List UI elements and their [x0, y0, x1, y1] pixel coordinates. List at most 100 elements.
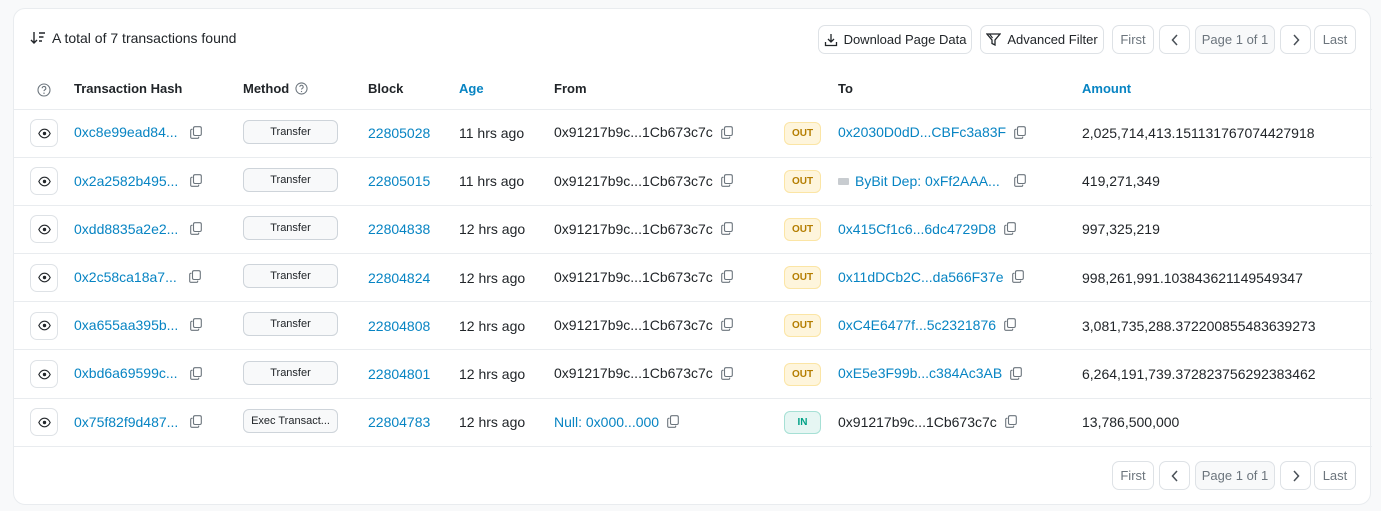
download-page-data-button[interactable]: Download Page Data [818, 25, 972, 54]
download-icon [824, 33, 837, 46]
direction-badge: OUT [784, 362, 821, 386]
next-page-button-bottom[interactable] [1280, 461, 1311, 490]
age-header[interactable]: Age [459, 69, 554, 110]
to-address[interactable]: 0x415Cf1c6...6dc4729D8 [838, 221, 996, 237]
first-page-button[interactable]: First [1112, 25, 1154, 54]
from-address: 0x91217b9c...1Cb673c7c [554, 172, 713, 189]
amount-value: 13,786,500,000 [1082, 414, 1180, 431]
method-header: Method [243, 69, 368, 110]
to-address[interactable]: 0x2030D0dD...CBFc3a83F [838, 124, 1006, 140]
first-label: First [1120, 468, 1146, 483]
table-row: 0xc8e99ead84... Transfer 22805028 11 hrs ag… [14, 109, 1372, 158]
to-address: 0x91217b9c...1Cb673c7c [838, 413, 997, 430]
previous-page-button[interactable] [1159, 25, 1190, 54]
copy-icon[interactable] [720, 174, 733, 190]
transaction-hash-link[interactable]: 0xdd8835a2e2... [74, 221, 178, 237]
copy-icon[interactable] [720, 318, 733, 334]
block-link[interactable]: 22805015 [368, 173, 430, 189]
last-page-button-bottom[interactable]: Last [1314, 461, 1356, 490]
table-row: 0xbd6a69599c... Transfer 22804801 12 hrs ag… [14, 350, 1372, 399]
copy-icon[interactable] [667, 415, 679, 431]
summary-text: A total of 7 transactions found [52, 30, 237, 46]
from-address: 0x91217b9c...1Cb673c7c [554, 124, 713, 141]
last-page-button[interactable]: Last [1314, 25, 1356, 54]
last-label: Last [1322, 468, 1348, 483]
block-header: Block [368, 69, 459, 110]
to-address[interactable]: 0x11dDCb2C...da566F37e [838, 269, 1004, 285]
view-details-icon[interactable] [30, 263, 58, 292]
transaction-hash-link[interactable]: 0xa655aa395b... [74, 317, 178, 333]
copy-icon[interactable] [1004, 415, 1017, 431]
copy-icon[interactable] [1013, 174, 1026, 190]
page-label: Page 1 of 1 [1201, 468, 1269, 483]
copy-icon[interactable] [1010, 366, 1023, 383]
to-address[interactable]: 0xE5e3F99b...c384Ac3AB [838, 365, 1002, 381]
method-badge: Transfer [243, 264, 338, 289]
previous-page-button-bottom[interactable] [1159, 461, 1190, 490]
from-address: 0x91217b9c...1Cb673c7c [554, 365, 713, 382]
copy-icon[interactable] [720, 222, 733, 238]
advanced-filter-button[interactable]: Advanced Filter [980, 25, 1104, 54]
method-badge: Transfer [243, 312, 338, 337]
table-row: 0x2a2582b495... Transfer 22805015 11 hrs ag… [14, 157, 1372, 206]
block-link[interactable]: 22805028 [368, 125, 430, 141]
exchange-logo-icon [838, 178, 849, 186]
view-details-icon[interactable] [30, 311, 58, 340]
copy-icon[interactable] [1004, 222, 1016, 238]
table-header-row: Transaction Hash Method Block Age From T… [14, 69, 1372, 110]
transaction-hash-link[interactable]: 0x2a2582b495... [74, 173, 178, 189]
view-details-icon[interactable] [30, 167, 58, 196]
block-link[interactable]: 22804808 [368, 318, 430, 334]
amount-header[interactable]: Amount [1082, 69, 1372, 110]
chevron-left-icon [1170, 469, 1178, 482]
next-page-button[interactable] [1280, 25, 1311, 54]
copy-icon[interactable] [189, 366, 202, 383]
to-address[interactable]: ByBit Dep: 0xFf2AAA... [855, 173, 1000, 189]
transaction-hash-link[interactable]: 0xbd6a69599c... [74, 365, 178, 381]
copy-icon[interactable] [190, 318, 203, 334]
age-text: 12 hrs ago [459, 414, 526, 431]
table-row: 0x75f82f9d487... Exec Transact... 22804783… [14, 398, 1372, 447]
filter-label: Advanced Filter [1007, 32, 1098, 47]
block-link[interactable]: 22804801 [368, 366, 430, 382]
copy-icon[interactable] [188, 270, 201, 286]
view-details-icon[interactable] [30, 119, 58, 148]
transaction-hash-link[interactable]: 0xc8e99ead84... [74, 124, 178, 140]
view-details-icon[interactable] [30, 360, 58, 389]
copy-icon[interactable] [720, 125, 733, 142]
from-address: 0x91217b9c...1Cb673c7c [554, 269, 713, 285]
copy-icon[interactable] [190, 222, 203, 238]
view-details-icon[interactable] [30, 215, 58, 244]
age-text: 11 hrs ago [459, 125, 525, 142]
transaction-hash-link[interactable]: 0x2c58ca18a7... [74, 269, 177, 285]
age-text: 11 hrs ago [459, 173, 525, 190]
bottom-pagination: First Page 1 of 1 Last [14, 461, 1370, 506]
copy-icon[interactable] [720, 366, 733, 383]
transaction-hash-link[interactable]: 0x75f82f9d487... [74, 414, 178, 430]
amount-value: 419,271,349 [1082, 173, 1160, 190]
copy-icon[interactable] [1014, 125, 1026, 142]
method-badge: Transfer [243, 360, 338, 385]
method-help-icon[interactable] [295, 82, 308, 95]
direction-badge: IN [784, 410, 821, 434]
amount-value: 3,081,735,288.372200855483639273 [1082, 317, 1316, 334]
sort-icon[interactable] [30, 31, 46, 45]
from-address[interactable]: Null: 0x000...000 [554, 414, 659, 430]
amount-value: 2,025,714,413.151131767074427918 [1082, 125, 1315, 142]
help-circle-icon[interactable] [37, 82, 51, 97]
copy-icon[interactable] [190, 415, 203, 431]
copy-icon[interactable] [720, 270, 733, 286]
block-link[interactable]: 22804838 [368, 221, 430, 237]
copy-icon[interactable] [189, 125, 202, 142]
block-link[interactable]: 22804824 [368, 270, 430, 286]
view-details-icon[interactable] [30, 408, 58, 437]
copy-icon[interactable] [1011, 270, 1024, 286]
direction-badge: OUT [784, 266, 821, 290]
method-header-label: Method [243, 81, 290, 97]
to-address[interactable]: 0xC4E6477f...5c2321876 [838, 317, 996, 333]
copy-icon[interactable] [1004, 318, 1016, 334]
from-address: 0x91217b9c...1Cb673c7c [554, 317, 713, 334]
copy-icon[interactable] [190, 174, 203, 190]
block-link[interactable]: 22804783 [368, 414, 430, 430]
first-page-button-bottom[interactable]: First [1112, 461, 1154, 490]
